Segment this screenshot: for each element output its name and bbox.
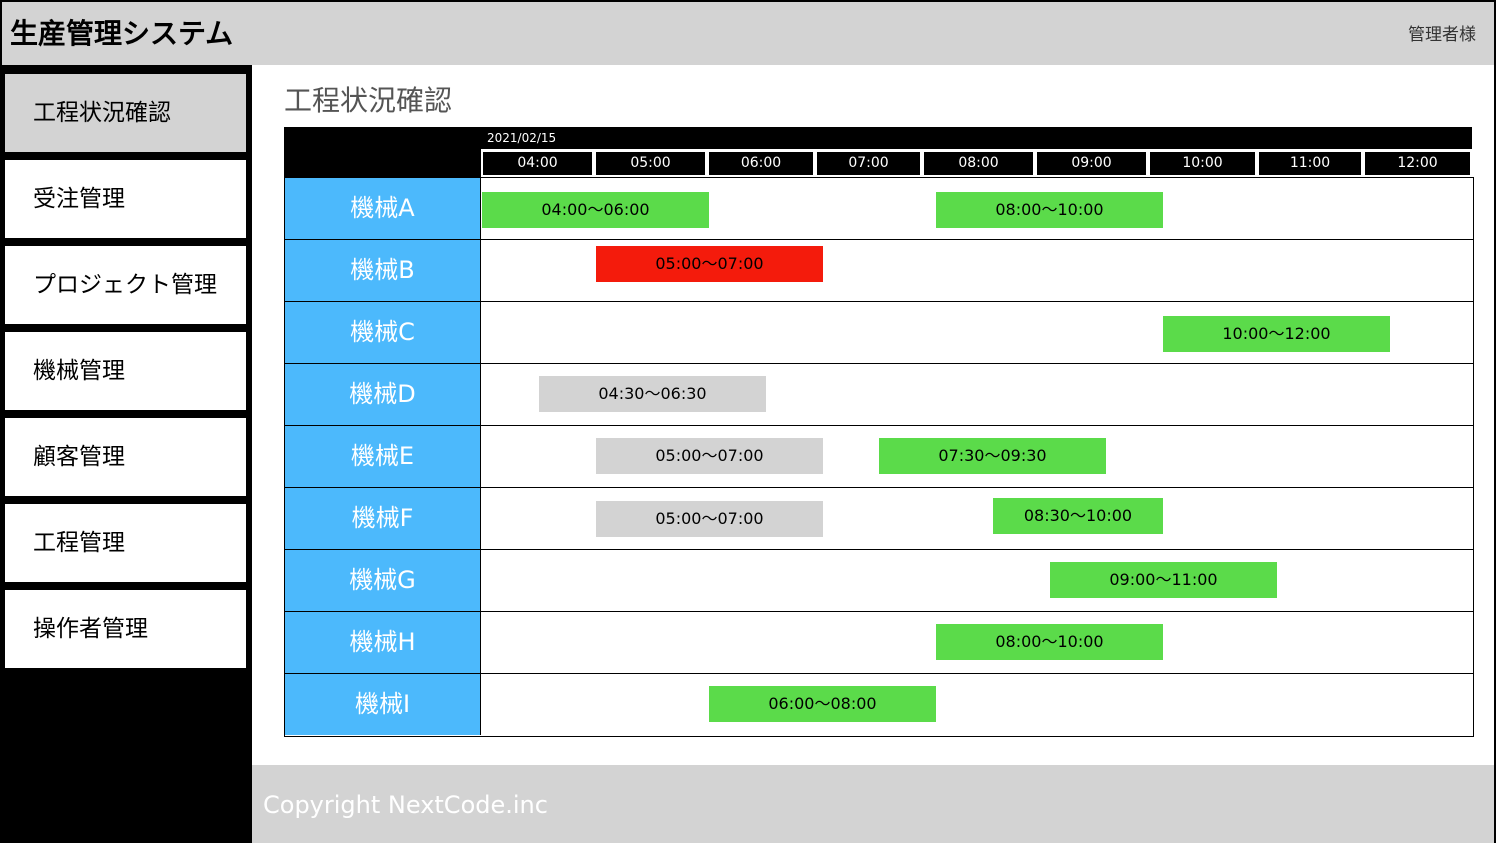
gantt-row: 機械E 05:00〜07:00 07:30〜09:30 <box>285 425 1473 487</box>
machine-label[interactable]: 機械D <box>285 364 481 425</box>
task-bar[interactable]: 05:00〜07:00 <box>596 501 823 537</box>
task-bar[interactable]: 05:00〜07:00 <box>596 438 823 474</box>
sidebar-item-machines[interactable]: 機械管理 <box>5 332 246 410</box>
machine-label[interactable]: 機械G <box>285 550 481 611</box>
sidebar-item-processes[interactable]: 工程管理 <box>5 504 246 582</box>
task-bar[interactable]: 05:00〜07:00 <box>596 246 823 282</box>
machine-label[interactable]: 機械B <box>285 240 481 301</box>
app-root: 生産管理システム 管理者様 工程状況確認 受注管理 プロジェクト管理 機械管理 … <box>0 0 1496 843</box>
hour-label: 04:00 <box>481 152 594 175</box>
task-bar[interactable]: 10:00〜12:00 <box>1163 316 1390 352</box>
task-bar[interactable]: 04:30〜06:30 <box>539 376 766 412</box>
task-bar[interactable]: 07:30〜09:30 <box>879 438 1106 474</box>
task-bar[interactable]: 08:00〜10:00 <box>936 624 1163 660</box>
gantt-row: 機械A 04:00〜06:00 08:00〜10:00 <box>285 177 1473 239</box>
sidebar-item-orders[interactable]: 受注管理 <box>5 160 246 238</box>
date-header: 2021/02/15 <box>481 127 1472 149</box>
gantt-row: 機械G 09:00〜11:00 <box>285 549 1473 611</box>
sidebar: 工程状況確認 受注管理 プロジェクト管理 機械管理 顧客管理 工程管理 操作者管… <box>0 65 252 843</box>
task-bar[interactable]: 04:00〜06:00 <box>482 192 709 228</box>
gantt-row: 機械B 05:00〜07:00 <box>285 239 1473 301</box>
hour-label: 08:00 <box>922 152 1035 175</box>
hour-label: 09:00 <box>1035 152 1148 175</box>
gantt-row: 機械F 05:00〜07:00 08:30〜10:00 <box>285 487 1473 549</box>
user-name[interactable]: 管理者様 <box>1408 22 1476 48</box>
hour-label: 06:00 <box>707 152 815 175</box>
machine-label[interactable]: 機械C <box>285 302 481 363</box>
task-bar[interactable]: 06:00〜08:00 <box>709 686 936 722</box>
machine-label[interactable]: 機械H <box>285 612 481 673</box>
sidebar-item-projects[interactable]: プロジェクト管理 <box>5 246 246 324</box>
hour-label: 11:00 <box>1257 152 1363 175</box>
date-label: 2021/02/15 <box>487 131 557 145</box>
gantt-corner <box>284 127 481 179</box>
machine-label[interactable]: 機械A <box>285 178 481 239</box>
gantt-row: 機械C 10:00〜12:00 <box>285 301 1473 363</box>
task-bar[interactable]: 09:00〜11:00 <box>1050 562 1277 598</box>
hour-label: 07:00 <box>815 152 922 175</box>
machine-label[interactable]: 機械I <box>285 674 481 735</box>
gantt-rows: 機械A 04:00〜06:00 08:00〜10:00 機械B 05:00〜07:00 機… <box>284 177 1474 737</box>
hour-header-row: 04:00 05:00 06:00 07:00 08:00 09:00 10:00 11:00… <box>481 152 1472 175</box>
machine-label[interactable]: 機械E <box>285 426 481 487</box>
app-title: 生産管理システム <box>10 17 234 50</box>
copyright-text: Copyright NextCode.inc <box>263 791 548 819</box>
top-bar: 生産管理システム 管理者様 <box>2 2 1494 65</box>
sidebar-item-operators[interactable]: 操作者管理 <box>5 590 246 668</box>
gantt-chart: 2021/02/15 04:00 05:00 06:00 07:00 08:00 09:0… <box>284 127 1474 737</box>
sidebar-item-customers[interactable]: 顧客管理 <box>5 418 246 496</box>
task-bar[interactable]: 08:00〜10:00 <box>936 192 1163 228</box>
gantt-row: 機械H 08:00〜10:00 <box>285 611 1473 673</box>
page-title: 工程状況確認 <box>284 84 453 117</box>
gantt-row: 機械I 06:00〜08:00 <box>285 673 1473 735</box>
task-bar[interactable]: 08:30〜10:00 <box>993 498 1163 534</box>
footer: Copyright NextCode.inc <box>252 765 1494 843</box>
machine-label[interactable]: 機械F <box>285 488 481 549</box>
hour-label: 12:00 <box>1363 152 1472 175</box>
hour-label: 05:00 <box>594 152 707 175</box>
sidebar-item-process-status[interactable]: 工程状況確認 <box>5 74 246 152</box>
gantt-row: 機械D 04:30〜06:30 <box>285 363 1473 425</box>
hour-label: 10:00 <box>1148 152 1257 175</box>
